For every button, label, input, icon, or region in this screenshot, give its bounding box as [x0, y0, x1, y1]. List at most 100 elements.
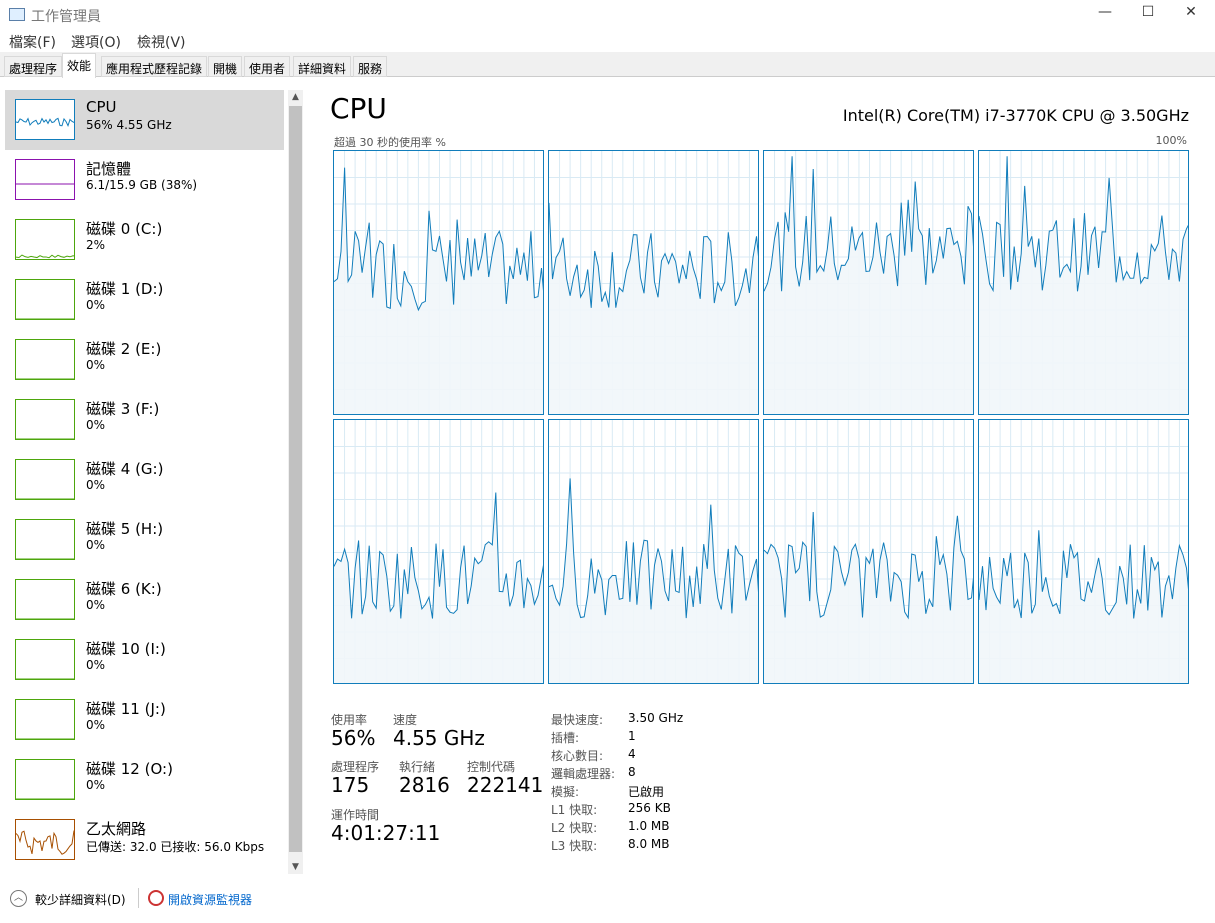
tab-app-history[interactable]: 應用程式歷程記錄	[101, 56, 208, 77]
detail-label: 最快速度:	[551, 713, 604, 727]
fewer-details-button[interactable]: 較少詳細資料(D)	[35, 891, 126, 908]
sidebar-item-name: 磁碟 5 (H:)	[86, 520, 164, 538]
scrollbar-thumb[interactable]	[289, 106, 302, 852]
resource-monitor-icon	[148, 890, 164, 906]
sidebar-item-detail: 0%	[86, 658, 106, 672]
graph-label: 超過 30 秒的使用率 %	[334, 136, 446, 149]
sidebar-thumbnail-graph	[15, 699, 75, 740]
speed-value: 4.55 GHz	[393, 726, 485, 750]
threads-value: 2816	[399, 773, 450, 797]
sidebar-item-name: 磁碟 0 (C:)	[86, 220, 163, 238]
detail-value: 1	[628, 729, 636, 743]
detail-value: 3.50 GHz	[628, 711, 684, 725]
graph-max-label: 100%	[1155, 134, 1187, 147]
sidebar-item-detail: 0%	[86, 538, 106, 552]
sidebar-item[interactable]: 乙太網路 已傳送: 32.0 已接收: 56.0 Kbps	[5, 810, 284, 870]
sidebar-item-name: 磁碟 1 (D:)	[86, 280, 164, 298]
tab-processes[interactable]: 處理程序	[4, 56, 63, 77]
sidebar-item-detail: 6.1/15.9 GB (38%)	[86, 178, 198, 192]
sidebar-item-name: 磁碟 11 (J:)	[86, 700, 166, 718]
detail-value: 256 KB	[628, 801, 671, 815]
sidebar-item[interactable]: 磁碟 6 (K:) 0%	[5, 570, 284, 630]
detail-label: 核心數目:	[551, 749, 604, 763]
sidebar-item[interactable]: 磁碟 11 (J:) 0%	[5, 690, 284, 750]
sidebar-thumbnail-graph	[15, 219, 75, 260]
processes-value: 175	[331, 773, 370, 797]
page-title: CPU	[330, 92, 387, 125]
sidebar-thumbnail-graph	[15, 459, 75, 500]
sidebar-item[interactable]: 磁碟 2 (E:) 0%	[5, 330, 284, 390]
detail-label: L3 快取:	[551, 839, 598, 853]
sidebar-item-name: 磁碟 4 (G:)	[86, 460, 164, 478]
sidebar-item-detail: 0%	[86, 298, 106, 312]
sidebar-item-detail: 0%	[86, 718, 106, 732]
sidebar-thumbnail-graph	[15, 759, 75, 800]
tab-details[interactable]: 詳細資料	[293, 56, 352, 77]
sidebar-item[interactable]: 磁碟 1 (D:) 0%	[5, 270, 284, 330]
detail-label: 插槽:	[551, 731, 580, 745]
sidebar-item[interactable]: CPU 56% 4.55 GHz	[5, 90, 284, 150]
sidebar-thumbnail-graph	[15, 339, 75, 380]
sidebar-item[interactable]: 磁碟 5 (H:) 0%	[5, 510, 284, 570]
detail-label: 模擬:	[551, 785, 580, 799]
menu-file[interactable]: 檔案(F)	[9, 32, 56, 52]
sidebar-item-detail: 0%	[86, 358, 106, 372]
sidebar-thumbnail-graph	[15, 519, 75, 560]
sidebar-thumbnail-graph	[15, 279, 75, 320]
minimize-button[interactable]: —	[1082, 4, 1128, 26]
open-resource-monitor-link[interactable]: 開啟資源監視器	[168, 891, 252, 908]
detail-value: 8.0 MB	[628, 837, 670, 851]
sidebar-item-name: 磁碟 12 (O:)	[86, 760, 173, 778]
maximize-button[interactable]: ☐	[1125, 4, 1171, 26]
sidebar-item-detail: 0%	[86, 418, 106, 432]
uptime-value: 4:01:27:11	[331, 821, 441, 845]
sidebar-item[interactable]: 磁碟 10 (I:) 0%	[5, 630, 284, 690]
cpu-model: Intel(R) Core(TM) i7-3770K CPU @ 3.50GHz	[842, 106, 1189, 125]
sidebar-thumbnail-graph	[15, 159, 75, 200]
sidebar-scrollbar[interactable]: ▲ ▼	[288, 90, 303, 874]
sidebar-item[interactable]: 磁碟 12 (O:) 0%	[5, 750, 284, 810]
resource-list: CPU 56% 4.55 GHz 記憶體 6.1/15.9 GB (38%) 磁…	[0, 86, 288, 874]
sidebar-thumbnail-graph	[15, 639, 75, 680]
detail-label: 邏輯處理器:	[551, 767, 616, 781]
logical-processor-graph	[333, 419, 544, 684]
logical-processor-graph	[978, 150, 1189, 415]
detail-value: 4	[628, 747, 636, 761]
sidebar-item-name: 磁碟 3 (F:)	[86, 400, 160, 418]
handles-value: 222141	[467, 773, 544, 797]
detail-label: L1 快取:	[551, 803, 598, 817]
sidebar-item-name: 記憶體	[86, 160, 132, 178]
tab-services[interactable]: 服務	[353, 56, 388, 77]
scroll-up-icon[interactable]: ▲	[288, 92, 303, 102]
sidebar-item-detail: 0%	[86, 478, 106, 492]
sidebar-thumbnail-graph	[15, 579, 75, 620]
sidebar-item[interactable]: 磁碟 4 (G:) 0%	[5, 450, 284, 510]
sidebar-item[interactable]: 磁碟 3 (F:) 0%	[5, 390, 284, 450]
sidebar-item-detail: 2%	[86, 238, 106, 252]
menu-view[interactable]: 檢視(V)	[137, 32, 186, 52]
footer: ︿ 較少詳細資料(D) 開啟資源監視器	[0, 884, 1215, 912]
tab-startup[interactable]: 開機	[208, 56, 243, 77]
divider	[138, 888, 139, 908]
close-button[interactable]: ✕	[1168, 4, 1214, 26]
sidebar-item-name: 磁碟 6 (K:)	[86, 580, 162, 598]
menu-options[interactable]: 選項(O)	[71, 32, 121, 52]
tab-users[interactable]: 使用者	[244, 56, 291, 77]
sidebar-item-detail: 56% 4.55 GHz	[86, 118, 172, 132]
scroll-down-icon[interactable]: ▼	[288, 862, 303, 872]
tab-bar: 處理程序 效能 應用程式歷程記錄 開機 使用者 詳細資料 服務	[0, 52, 1215, 78]
tab-performance[interactable]: 效能	[62, 53, 97, 78]
sidebar-item-name: 磁碟 10 (I:)	[86, 640, 166, 658]
sidebar-item-detail: 0%	[86, 778, 106, 792]
sidebar-item-name: 乙太網路	[86, 820, 147, 838]
task-manager-icon	[9, 8, 25, 21]
logical-processor-graph	[333, 150, 544, 415]
logical-processor-graph	[548, 150, 759, 415]
detail-label: L2 快取:	[551, 821, 598, 835]
sidebar-item-detail: 0%	[86, 598, 106, 612]
sidebar-item[interactable]: 磁碟 0 (C:) 2%	[5, 210, 284, 270]
logical-processor-graph	[763, 150, 974, 415]
sidebar-item[interactable]: 記憶體 6.1/15.9 GB (38%)	[5, 150, 284, 210]
chevron-up-icon[interactable]: ︿	[10, 890, 27, 907]
logical-processor-graph	[763, 419, 974, 684]
